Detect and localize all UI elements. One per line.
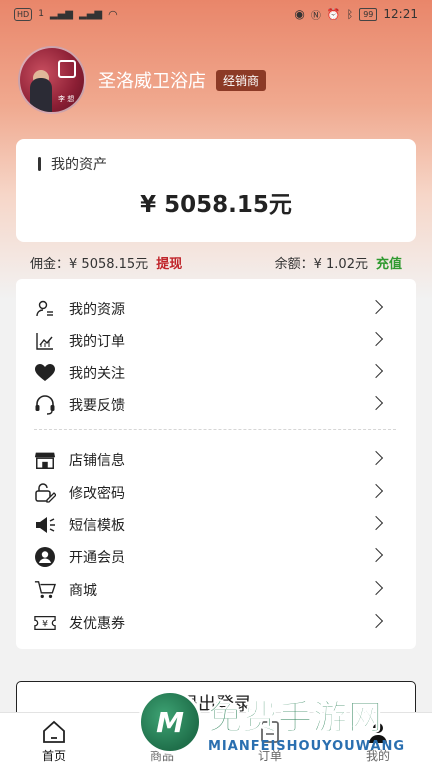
- sim-indicator: 1: [38, 9, 44, 19]
- asset-amount: ¥ 5058.15元: [140, 192, 292, 218]
- goods-icon: [152, 720, 172, 742]
- home-icon: [43, 720, 65, 743]
- role-badge: 经销商: [216, 69, 267, 91]
- store-icon: [34, 449, 56, 471]
- avatar-person: [30, 78, 52, 112]
- menu-item-follow[interactable]: 我的关注: [16, 357, 416, 389]
- svg-text:¥: ¥: [42, 619, 48, 630]
- profile-header: 李 想 圣洛威卫浴店 经销商: [18, 46, 267, 114]
- commission-group: 佣金：¥ 5058.15元 提现: [30, 253, 182, 272]
- tab-label: 首页: [41, 749, 66, 763]
- battery-icon: 99: [359, 7, 378, 21]
- menu-divider: [34, 429, 396, 430]
- bluetooth-icon: ᛒ: [346, 7, 354, 21]
- menu-label: 我的订单: [69, 334, 125, 350]
- tab-mine[interactable]: 我的: [324, 713, 432, 768]
- remain-group: 余额：¥ 1.02元 充值: [275, 253, 402, 272]
- tab-label: 我的: [365, 749, 390, 763]
- recharge-button[interactable]: 充值: [376, 253, 402, 272]
- signal-icon-2: ▂▄▆: [79, 8, 103, 20]
- chevron-right-icon: [368, 515, 384, 531]
- title-accent-bar: [38, 157, 41, 171]
- menu-item-mall[interactable]: 商城: [16, 574, 416, 606]
- wifi-icon: ◠: [108, 7, 118, 21]
- eye-icon: ◉: [294, 7, 305, 21]
- chevron-right-icon: [368, 450, 384, 466]
- status-right: ◉ Ⓝ ⏰ ᛒ 99 12:21: [294, 7, 418, 22]
- alarm-icon: ⏰: [326, 7, 341, 21]
- headset-icon: [34, 394, 56, 416]
- megaphone-icon: [34, 514, 56, 536]
- avatar-logo-icon: [58, 60, 76, 78]
- avatar[interactable]: 李 想: [18, 46, 86, 114]
- tab-home[interactable]: 首页: [0, 713, 108, 768]
- member-icon: [34, 546, 56, 568]
- chevron-right-icon: [368, 483, 384, 499]
- coupon-icon: ¥: [34, 612, 56, 634]
- chevron-right-icon: [368, 363, 384, 379]
- menu-item-orders[interactable]: 我的订单: [16, 325, 416, 357]
- cart-icon: [34, 579, 56, 601]
- menu-item-change-password[interactable]: 修改密码: [16, 477, 416, 509]
- nfc-icon: Ⓝ: [310, 10, 321, 22]
- menu-item-membership[interactable]: 开通会员: [16, 541, 416, 573]
- heart-icon: [34, 362, 56, 384]
- menu-label: 我要反馈: [69, 398, 125, 414]
- chevron-right-icon: [368, 331, 384, 347]
- menu-item-resources[interactable]: 我的资源: [16, 293, 416, 325]
- menu-item-feedback[interactable]: 我要反馈: [16, 389, 416, 421]
- tab-orders[interactable]: 订单: [216, 713, 324, 768]
- menu-item-store-info[interactable]: 店铺信息: [16, 444, 416, 476]
- remain-label: 余额：¥ 1.02元: [274, 256, 368, 272]
- asset-title: 我的资产: [38, 154, 107, 174]
- tab-label: 商品: [149, 749, 174, 763]
- order-icon: [261, 721, 279, 743]
- commission-label: 佣金：¥ 5058.15元: [30, 256, 149, 272]
- menu-item-coupon[interactable]: ¥ 发优惠券: [16, 607, 416, 639]
- menu-label: 发优惠券: [69, 616, 125, 632]
- asset-title-label: 我的资产: [51, 157, 107, 173]
- chevron-right-icon: [368, 299, 384, 315]
- menu-label: 修改密码: [69, 486, 125, 502]
- profile-icon: [369, 723, 387, 743]
- asset-card: 我的资产 ¥ 5058.15元: [16, 139, 416, 242]
- tab-goods[interactable]: 商品: [108, 713, 216, 768]
- status-left: HD 1 ▂▄▆ ▂▄▆ ◠: [14, 7, 118, 21]
- menu-label: 店铺信息: [69, 453, 125, 469]
- chevron-right-icon: [368, 395, 384, 411]
- avatar-name-mark: 李 想: [58, 95, 75, 103]
- chevron-right-icon: [368, 547, 384, 563]
- menu-card: 我的资源 我的订单 我的关注 我要反馈 店铺信息 修改密码 短信模板 开通会员 …: [16, 279, 416, 649]
- shop-name: 圣洛威卫浴店: [98, 71, 206, 92]
- menu-label: 我的资源: [69, 302, 125, 318]
- chart-icon: [34, 330, 56, 352]
- menu-label: 我的关注: [69, 366, 125, 382]
- withdraw-button[interactable]: 提现: [156, 253, 182, 272]
- menu-item-sms-template[interactable]: 短信模板: [16, 509, 416, 541]
- menu-label: 开通会员: [69, 550, 125, 566]
- chevron-right-icon: [368, 580, 384, 596]
- tab-label: 订单: [257, 749, 282, 763]
- balance-row: 佣金：¥ 5058.15元 提现 余额：¥ 1.02元 充值: [0, 250, 432, 274]
- status-bar: HD 1 ▂▄▆ ▂▄▆ ◠ ◉ Ⓝ ⏰ ᛒ 99 12:21: [0, 0, 432, 28]
- signal-icon: ▂▄▆: [49, 8, 73, 20]
- menu-label: 商城: [69, 583, 97, 599]
- clock: 12:21: [383, 7, 418, 21]
- menu-label: 短信模板: [69, 518, 125, 534]
- hd-indicator: HD: [14, 7, 33, 21]
- bottom-tab-bar: 首页 商品 订单 我的: [0, 712, 432, 768]
- user-list-icon: [34, 298, 56, 320]
- chevron-right-icon: [368, 613, 384, 629]
- edit-lock-icon: [34, 482, 56, 504]
